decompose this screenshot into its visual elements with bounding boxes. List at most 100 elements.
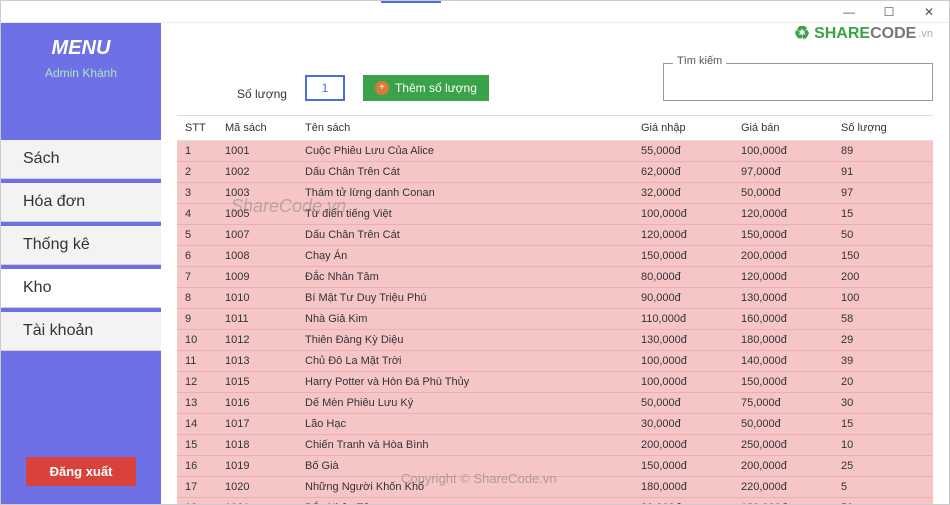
- qty-input[interactable]: [305, 75, 345, 101]
- table-cell: Bố Già: [297, 456, 633, 477]
- maximize-button[interactable]: ☐: [869, 1, 909, 23]
- brand-code: CODE: [870, 25, 916, 43]
- titlebar-accent: [381, 1, 441, 3]
- table-row[interactable]: 61008Chạy Án150,000đ200,000đ150: [177, 246, 933, 267]
- table-row[interactable]: 111013Chủ Đô La Mặt Trời100,000đ140,000đ…: [177, 351, 933, 372]
- table-cell: Harry Potter và Hòn Đá Phù Thủy: [297, 372, 633, 393]
- table-row[interactable]: 21002Dấu Chân Trên Cát62,000đ97,000đ91: [177, 162, 933, 183]
- table-row[interactable]: 91011Nhà Giả Kim110,000đ160,000đ58: [177, 309, 933, 330]
- table-cell: 32,000đ: [633, 183, 733, 204]
- app-window: — ☐ ✕ MENU Admin Khánh SáchHóa đơnThống …: [0, 0, 950, 505]
- sidebar-item-2[interactable]: Thống kê: [1, 226, 161, 265]
- table-row[interactable]: 11001Cuộc Phiêu Lưu Của Alice55,000đ100,…: [177, 141, 933, 162]
- sidebar: MENU Admin Khánh SáchHóa đơnThống kêKhoT…: [1, 23, 161, 504]
- table-row[interactable]: 151018Chiến Tranh và Hòa Bình200,000đ250…: [177, 435, 933, 456]
- table-cell: Thám tử lừng danh Conan: [297, 183, 633, 204]
- table-cell: 9: [177, 309, 217, 330]
- table-cell: 13: [177, 393, 217, 414]
- sidebar-item-0[interactable]: Sách: [1, 140, 161, 179]
- table-cell: 12: [177, 372, 217, 393]
- table-cell: 30,000đ: [633, 414, 733, 435]
- table-cell: 1: [177, 141, 217, 162]
- table-cell: 55,000đ: [633, 141, 733, 162]
- table-cell: 200,000đ: [733, 246, 833, 267]
- table-cell: 4: [177, 204, 217, 225]
- table-cell: Bí Mật Tư Duy Triệu Phú: [297, 288, 633, 309]
- table-cell: 120,000đ: [733, 267, 833, 288]
- column-header[interactable]: Tên sách: [297, 116, 633, 141]
- table-cell: 15: [833, 204, 933, 225]
- table-cell: Đắc Nhân Tâm: [297, 498, 633, 505]
- table-cell: 1001: [217, 141, 297, 162]
- sidebar-item-3[interactable]: Kho: [1, 269, 161, 308]
- table-cell: 11: [177, 351, 217, 372]
- table-cell: 80,000đ: [633, 498, 733, 505]
- sidebar-item-4[interactable]: Tài khoản: [1, 312, 161, 351]
- table-cell: 1021: [217, 498, 297, 505]
- table-cell: Dế Mèn Phiêu Lưu Ký: [297, 393, 633, 414]
- table-cell: 1013: [217, 351, 297, 372]
- toolbar: Số lượng + Thêm số lượng Tìm kiếm: [237, 63, 933, 101]
- table-cell: 58: [833, 309, 933, 330]
- add-qty-button[interactable]: + Thêm số lượng: [363, 75, 489, 101]
- table-cell: 89: [833, 141, 933, 162]
- table-cell: 5: [177, 225, 217, 246]
- table-cell: 200: [833, 267, 933, 288]
- search-input[interactable]: [663, 63, 933, 101]
- table-cell: 1007: [217, 225, 297, 246]
- table-row[interactable]: 51007Dấu Chân Trên Cát120,000đ150,000đ50: [177, 225, 933, 246]
- table-cell: 100,000đ: [633, 204, 733, 225]
- table-cell: 180,000đ: [733, 330, 833, 351]
- table-cell: Chiến Tranh và Hòa Bình: [297, 435, 633, 456]
- table-cell: 1003: [217, 183, 297, 204]
- table-cell: 97,000đ: [733, 162, 833, 183]
- table-row[interactable]: 31003Thám tử lừng danh Conan32,000đ50,00…: [177, 183, 933, 204]
- table-row[interactable]: 41005Từ điển tiếng Việt100,000đ120,000đ1…: [177, 204, 933, 225]
- table-cell: 150,000đ: [633, 456, 733, 477]
- table-cell: 220,000đ: [733, 477, 833, 498]
- table-cell: 29: [833, 330, 933, 351]
- table-cell: Đắc Nhân Tâm: [297, 267, 633, 288]
- table-cell: Dấu Chân Trên Cát: [297, 162, 633, 183]
- table-cell: 140,000đ: [733, 351, 833, 372]
- table-cell: 3: [177, 183, 217, 204]
- table-row[interactable]: 181021Đắc Nhân Tâm80,000đ120,000đ50: [177, 498, 933, 505]
- column-header[interactable]: Giá nhập: [633, 116, 733, 141]
- table-wrap[interactable]: STTMã sáchTên sáchGiá nhậpGiá bánSố lượn…: [177, 115, 933, 504]
- table-cell: 80,000đ: [633, 267, 733, 288]
- column-header[interactable]: Số lượng: [833, 116, 933, 141]
- table-cell: 20: [833, 372, 933, 393]
- table-cell: 16: [177, 456, 217, 477]
- table-row[interactable]: 71009Đắc Nhân Tâm80,000đ120,000đ200: [177, 267, 933, 288]
- sidebar-item-1[interactable]: Hóa đơn: [1, 183, 161, 222]
- table-cell: Chủ Đô La Mặt Trời: [297, 351, 633, 372]
- table-cell: 15: [177, 435, 217, 456]
- table-row[interactable]: 121015Harry Potter và Hòn Đá Phù Thủy100…: [177, 372, 933, 393]
- logout-button[interactable]: Đăng xuất: [26, 457, 137, 486]
- minimize-button[interactable]: —: [829, 1, 869, 23]
- table-cell: 1019: [217, 456, 297, 477]
- menu-title: MENU: [1, 37, 161, 60]
- table-cell: 50: [833, 498, 933, 505]
- table-row[interactable]: 141017Lão Hạc30,000đ50,000đ15: [177, 414, 933, 435]
- table-cell: 120,000đ: [733, 498, 833, 505]
- table-cell: Thiên Đàng Kỳ Diệu: [297, 330, 633, 351]
- table-row[interactable]: 161019Bố Già150,000đ200,000đ25: [177, 456, 933, 477]
- table-row[interactable]: 101012Thiên Đàng Kỳ Diệu130,000đ180,000đ…: [177, 330, 933, 351]
- table-cell: Cuộc Phiêu Lưu Của Alice: [297, 141, 633, 162]
- table-cell: 91: [833, 162, 933, 183]
- column-header[interactable]: STT: [177, 116, 217, 141]
- column-header[interactable]: Mã sách: [217, 116, 297, 141]
- column-header[interactable]: Giá bán: [733, 116, 833, 141]
- table-cell: Lão Hạc: [297, 414, 633, 435]
- table-row[interactable]: 131016Dế Mèn Phiêu Lưu Ký50,000đ75,000đ3…: [177, 393, 933, 414]
- table-row[interactable]: 81010Bí Mật Tư Duy Triệu Phú90,000đ130,0…: [177, 288, 933, 309]
- table-cell: 1011: [217, 309, 297, 330]
- close-button[interactable]: ✕: [909, 1, 949, 23]
- table-cell: 100,000đ: [633, 351, 733, 372]
- table-cell: 1017: [217, 414, 297, 435]
- table-cell: Những Người Khốn Khổ: [297, 477, 633, 498]
- table-cell: 15: [833, 414, 933, 435]
- table-cell: 75,000đ: [733, 393, 833, 414]
- table-row[interactable]: 171020Những Người Khốn Khổ180,000đ220,00…: [177, 477, 933, 498]
